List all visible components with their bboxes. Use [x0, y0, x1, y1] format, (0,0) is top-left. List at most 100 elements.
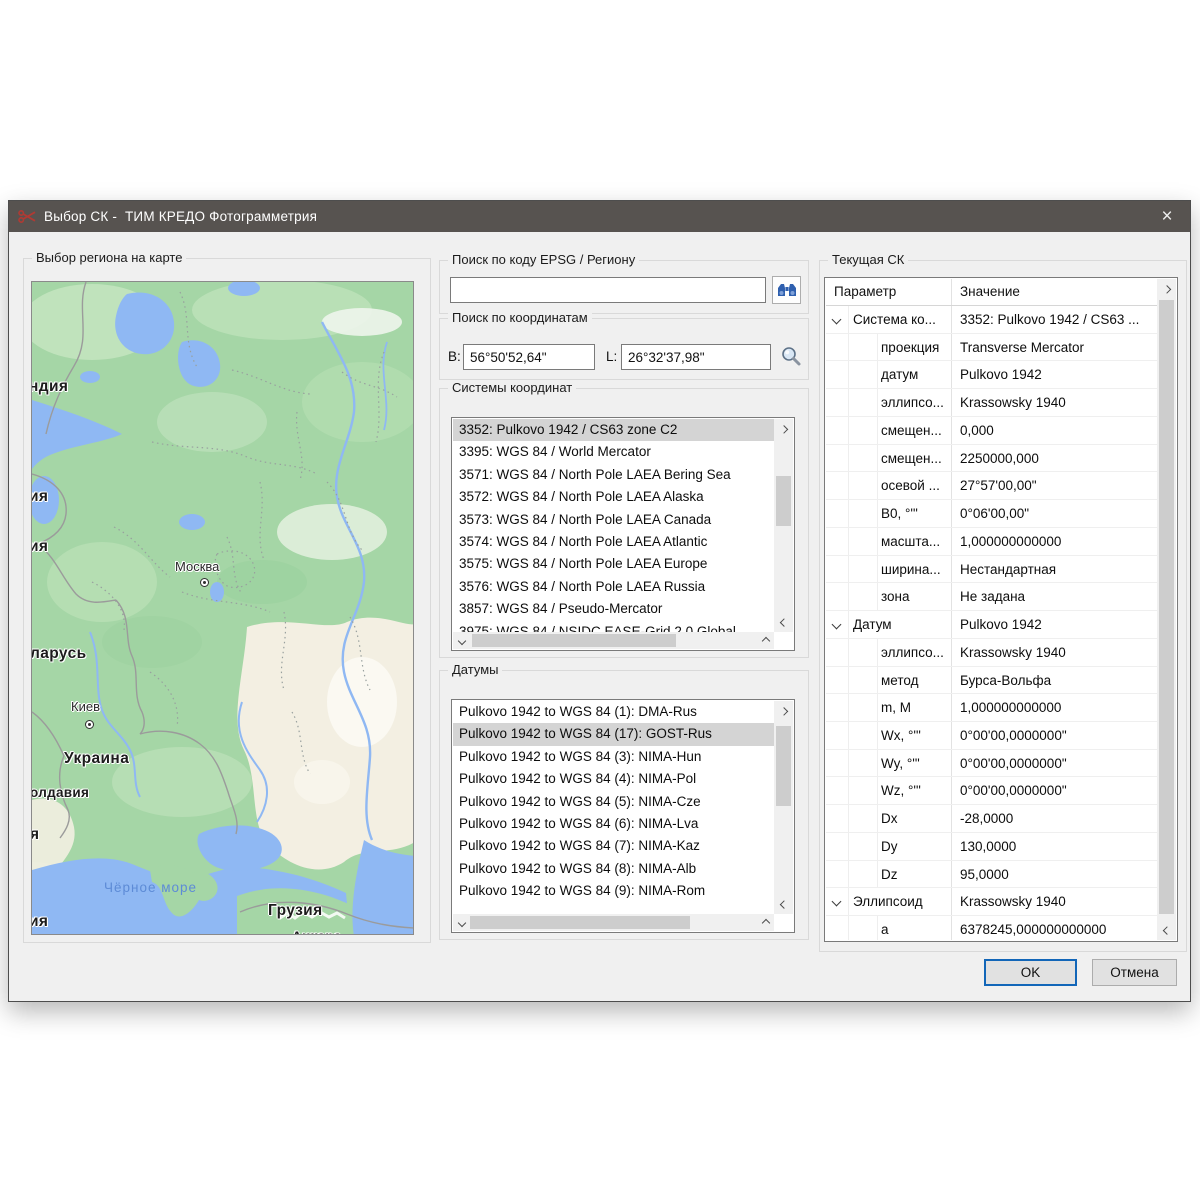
- coord-search-button[interactable]: [778, 343, 804, 369]
- param-value: Krassowsky 1940: [952, 389, 1157, 416]
- cs-list-item[interactable]: 3571: WGS 84 / North Pole LAEA Bering Se…: [453, 464, 774, 486]
- scroll-right-icon[interactable]: [757, 914, 774, 931]
- systems-hscrollbar[interactable]: [453, 632, 774, 649]
- cs-param-row[interactable]: методБурса-Вольфа: [826, 667, 1157, 695]
- scroll-up-icon[interactable]: [1157, 279, 1176, 296]
- datums-group: Датумы Pulkovo 1942 to WGS 84 (1): DMA-R…: [439, 670, 809, 940]
- expand-chevron-icon[interactable]: [826, 888, 849, 915]
- param-value: Не задана: [952, 583, 1157, 610]
- param-value: 0°00'00,0000000": [952, 750, 1157, 777]
- map-region-label: ларусь: [31, 645, 87, 663]
- cs-list-item[interactable]: 3573: WGS 84 / North Pole LAEA Canada: [453, 509, 774, 531]
- datum-list-item[interactable]: Pulkovo 1942 to WGS 84 (17): GOST-Rus: [453, 723, 774, 745]
- current-cs-group: Текущая СК Параметр Значение Система ко.…: [819, 260, 1187, 952]
- cs-param-row[interactable]: Wz, °'"0°00'00,0000000": [826, 777, 1157, 805]
- row-gutter: [826, 777, 849, 804]
- cs-param-row[interactable]: смещен...0,000: [826, 417, 1157, 445]
- datums-hscrollbar[interactable]: [453, 914, 774, 931]
- l-label: L:: [606, 349, 617, 364]
- datums-hscroll-thumb[interactable]: [470, 916, 690, 929]
- cs-list-item[interactable]: 3572: WGS 84 / North Pole LAEA Alaska: [453, 486, 774, 508]
- scroll-down-icon[interactable]: [774, 615, 793, 632]
- l-input[interactable]: [621, 344, 771, 370]
- close-button[interactable]: ×: [1144, 201, 1190, 232]
- cs-param-row[interactable]: эллипсо...Krassowsky 1940: [826, 389, 1157, 417]
- cs-param-row[interactable]: эллипсо...Krassowsky 1940: [826, 639, 1157, 667]
- param-name: Система ко...: [849, 306, 952, 333]
- cs-param-row[interactable]: ширина...Нестандартная: [826, 556, 1157, 584]
- cs-param-row[interactable]: Dx-28,0000: [826, 805, 1157, 833]
- map-sea-label: Чёрное море: [104, 880, 197, 895]
- row-gutter: [826, 389, 849, 416]
- cs-param-row[interactable]: Wx, °'"0°00'00,0000000": [826, 722, 1157, 750]
- cs-param-row[interactable]: ЭллипсоидKrassowsky 1940: [826, 888, 1157, 916]
- epsg-search-button[interactable]: [772, 276, 801, 304]
- cs-param-row[interactable]: масшта...1,000000000000: [826, 528, 1157, 556]
- scroll-up-icon[interactable]: [774, 419, 793, 436]
- scroll-left-icon[interactable]: [453, 914, 470, 931]
- cs-param-row[interactable]: Система ко...3352: Pulkovo 1942 / CS63 .…: [826, 306, 1157, 334]
- cs-param-row[interactable]: a6378245,000000000000: [826, 916, 1157, 940]
- cs-list-item[interactable]: 3857: WGS 84 / Pseudo-Mercator: [453, 598, 774, 620]
- datum-list-item[interactable]: Pulkovo 1942 to WGS 84 (3): NIMA-Hun: [453, 746, 774, 768]
- datum-list-item[interactable]: Pulkovo 1942 to WGS 84 (5): NIMA-Cze: [453, 791, 774, 813]
- scroll-down-icon[interactable]: [774, 897, 793, 914]
- cs-list-item[interactable]: 3576: WGS 84 / North Pole LAEA Russia: [453, 576, 774, 598]
- systems-vscroll-thumb[interactable]: [776, 476, 791, 526]
- cs-list-item[interactable]: 3574: WGS 84 / North Pole LAEA Atlantic: [453, 531, 774, 553]
- cs-param-row[interactable]: проекцияTransverse Mercator: [826, 334, 1157, 362]
- datums-vscrollbar[interactable]: [774, 701, 793, 914]
- scroll-left-icon[interactable]: [453, 632, 470, 649]
- cs-param-row[interactable]: зонаНе задана: [826, 583, 1157, 611]
- cs-param-row[interactable]: ДатумPulkovo 1942: [826, 611, 1157, 639]
- cs-param-row[interactable]: осевой ...27°57'00,00": [826, 472, 1157, 500]
- table-vscrollbar[interactable]: [1157, 279, 1176, 940]
- param-name: Эллипсоид: [849, 888, 952, 915]
- row-gutter: [826, 833, 849, 860]
- cancel-button[interactable]: Отмена: [1092, 959, 1177, 986]
- cs-list-item[interactable]: 3395: WGS 84 / World Mercator: [453, 441, 774, 463]
- cs-param-row[interactable]: m, M1,000000000000: [826, 694, 1157, 722]
- scroll-right-icon[interactable]: [757, 632, 774, 649]
- param-name: B0, °'": [849, 500, 952, 527]
- table-vscroll-thumb[interactable]: [1159, 300, 1174, 914]
- param-value: Бурса-Вольфа: [952, 667, 1157, 694]
- datum-list-item[interactable]: Pulkovo 1942 to WGS 84 (9): NIMA-Rom: [453, 880, 774, 902]
- cs-param-row[interactable]: датумPulkovo 1942: [826, 361, 1157, 389]
- cs-param-row[interactable]: B0, °'"0°06'00,00": [826, 500, 1157, 528]
- region-map[interactable]: ндияияияларусьУкраинаолдавияяГрузияияАнк…: [31, 281, 414, 935]
- ok-button[interactable]: OK: [984, 959, 1077, 986]
- cs-param-row[interactable]: смещен...2250000,000: [826, 445, 1157, 473]
- map-region-label: Грузия: [268, 902, 323, 920]
- param-value: 0°00'00,0000000": [952, 777, 1157, 804]
- scroll-down-icon[interactable]: [1157, 923, 1176, 940]
- expand-chevron-icon[interactable]: [826, 611, 849, 638]
- cs-list-item[interactable]: 3975: WGS 84 / NSIDC EASE-Grid 2.0 Globa…: [453, 621, 774, 632]
- cs-param-row[interactable]: Dz95,0000: [826, 861, 1157, 889]
- datum-list-item[interactable]: Pulkovo 1942 to WGS 84 (1): DMA-Rus: [453, 701, 774, 723]
- datum-list-item[interactable]: Pulkovo 1942 to WGS 84 (4): NIMA-Pol: [453, 768, 774, 790]
- param-name: смещен...: [849, 445, 952, 472]
- param-value: 95,0000: [952, 861, 1157, 888]
- param-value: Krassowsky 1940: [952, 888, 1157, 915]
- datum-list-item[interactable]: Pulkovo 1942 to WGS 84 (6): NIMA-Lva: [453, 813, 774, 835]
- systems-hscroll-thumb[interactable]: [472, 634, 676, 647]
- scroll-up-icon[interactable]: [774, 701, 793, 718]
- expand-chevron-icon[interactable]: [826, 306, 849, 333]
- cs-list-item[interactable]: 3575: WGS 84 / North Pole LAEA Europe: [453, 553, 774, 575]
- dialog-content: Выбор региона на карте: [9, 232, 1190, 1001]
- param-name: эллипсо...: [849, 639, 952, 666]
- cs-param-row[interactable]: Dy130,0000: [826, 833, 1157, 861]
- datum-list-item[interactable]: Pulkovo 1942 to WGS 84 (8): NIMA-Alb: [453, 858, 774, 880]
- param-name: проекция: [849, 334, 952, 361]
- cs-param-row[interactable]: Wy, °'"0°00'00,0000000": [826, 750, 1157, 778]
- datum-list-item[interactable]: Pulkovo 1942 to WGS 84 (7): NIMA-Kaz: [453, 835, 774, 857]
- epsg-search-input[interactable]: [450, 277, 766, 303]
- b-input[interactable]: [463, 344, 595, 370]
- systems-vscrollbar[interactable]: [774, 419, 793, 632]
- cs-list-item[interactable]: 3352: Pulkovo 1942 / CS63 zone C2: [453, 419, 774, 441]
- datums-group-label: Датумы: [448, 662, 502, 677]
- row-gutter: [826, 334, 849, 361]
- datums-vscroll-thumb[interactable]: [776, 726, 791, 806]
- row-gutter: [826, 445, 849, 472]
